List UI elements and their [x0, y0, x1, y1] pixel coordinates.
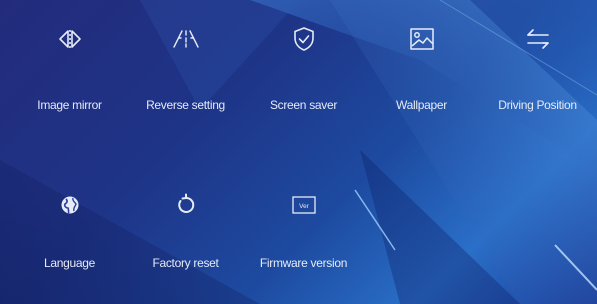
reverse-guide-icon	[169, 22, 203, 56]
reverse-setting-label: Reverse setting	[146, 98, 225, 112]
reverse-setting-tile[interactable]: Reverse setting	[126, 22, 245, 112]
settings-grid: Image mirror Reverse setting Screen save…	[0, 0, 597, 304]
driving-position-label: Driving Position	[498, 98, 577, 112]
ver-badge-icon: Ver	[287, 188, 321, 222]
settings-screen: Image mirror Reverse setting Screen save…	[0, 0, 597, 304]
language-label: Language	[44, 256, 95, 270]
ver-badge-text: Ver	[299, 203, 310, 210]
wallpaper-tile[interactable]: Wallpaper	[362, 22, 481, 112]
firmware-version-label: Firmware version	[259, 256, 348, 270]
driving-position-tile[interactable]: Driving Position	[478, 22, 597, 112]
factory-reset-label: Factory reset	[152, 256, 219, 270]
shield-check-icon	[287, 22, 321, 56]
screen-saver-tile[interactable]: Screen saver	[244, 22, 363, 112]
image-mirror-tile[interactable]: Image mirror	[10, 22, 129, 112]
factory-reset-tile[interactable]: Factory reset	[126, 188, 245, 270]
reset-icon	[169, 188, 203, 222]
firmware-version-tile[interactable]: Ver Firmware version	[244, 188, 363, 270]
swap-arrows-icon	[521, 22, 555, 56]
globe-icon	[53, 188, 87, 222]
image-mirror-label: Image mirror	[37, 98, 102, 112]
screen-saver-label: Screen saver	[269, 98, 338, 112]
wallpaper-label: Wallpaper	[396, 98, 447, 112]
language-tile[interactable]: Language	[10, 188, 129, 270]
mirror-icon	[53, 22, 87, 56]
image-icon	[405, 22, 439, 56]
